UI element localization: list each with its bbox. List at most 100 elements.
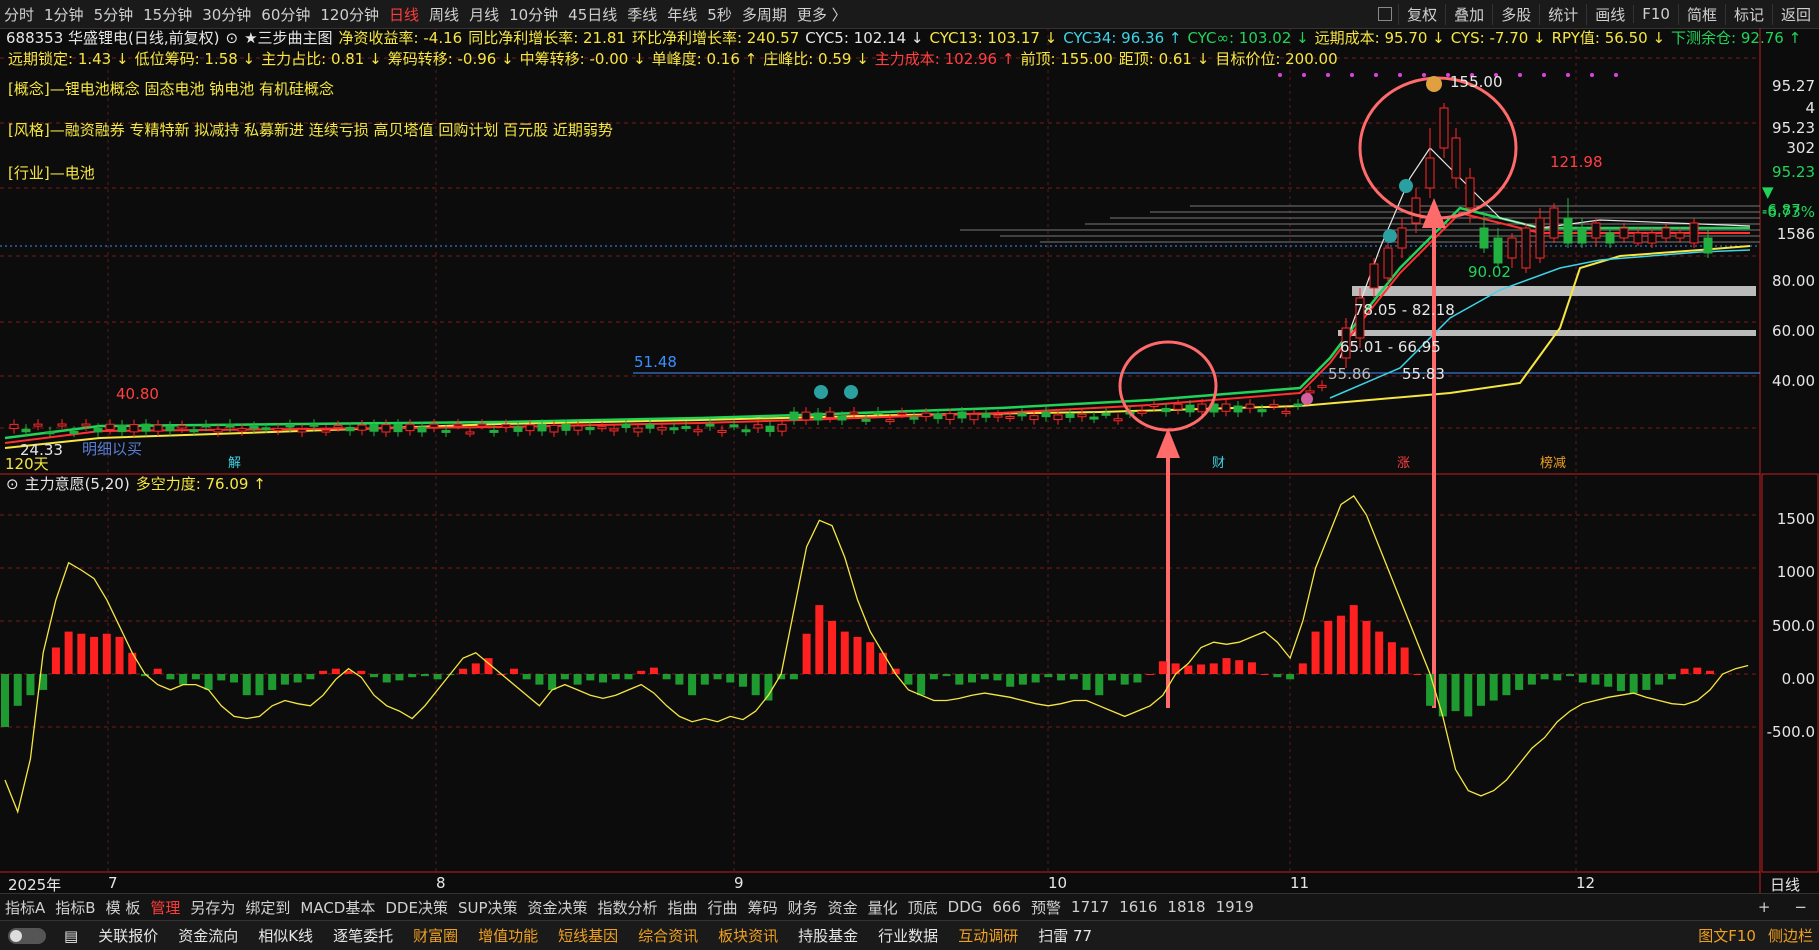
indicator-tab-14[interactable]: 财务 bbox=[783, 897, 823, 918]
candle-body-112 bbox=[1369, 263, 1379, 289]
indicator-tab-9[interactable]: 资金决策 bbox=[523, 897, 593, 918]
bottom-bar-item-3[interactable]: 逐笔委托 bbox=[323, 925, 403, 946]
candle-body-41 bbox=[501, 423, 511, 428]
period-tab-9[interactable]: 月线 bbox=[469, 4, 509, 25]
bottom-right-button-0[interactable]: 图文F10 bbox=[1692, 925, 1762, 946]
bottom-bar-item-10[interactable]: 行业数据 bbox=[868, 925, 948, 946]
bottom-bar-item-11[interactable]: 互动调研 bbox=[948, 925, 1028, 946]
template-name[interactable]: ★三步曲主图 bbox=[244, 29, 332, 47]
bottom-bar-item-2[interactable]: 相似K线 bbox=[248, 925, 323, 946]
indicator-tab-1[interactable]: 指标B bbox=[50, 897, 100, 918]
indicator-tab-10[interactable]: 指数分析 bbox=[593, 897, 663, 918]
top-button-8[interactable]: 返回 bbox=[1771, 3, 1819, 25]
indicator-tab-3[interactable]: 管理 bbox=[145, 897, 185, 918]
period-tab-13[interactable]: 年线 bbox=[667, 4, 707, 25]
candle-body-119 bbox=[1465, 177, 1475, 209]
indicator-tab-2[interactable]: 模 板 bbox=[101, 897, 146, 918]
price-axis-label-6: -6.73% bbox=[1761, 203, 1815, 221]
indicator-tab-18[interactable]: DDG bbox=[943, 898, 988, 916]
settings-icon[interactable]: ⊙ bbox=[226, 29, 239, 47]
period-tab-0[interactable]: 分时 bbox=[4, 4, 44, 25]
period-tab-5[interactable]: 60分钟 bbox=[261, 4, 320, 25]
indicator-tab-15[interactable]: 资金 bbox=[823, 897, 863, 918]
zoom-in-button[interactable]: + bbox=[1746, 898, 1783, 916]
sub-bar-119 bbox=[1515, 674, 1524, 690]
signal-dot bbox=[1590, 73, 1594, 77]
sub-settings-icon[interactable]: ⊙ bbox=[6, 475, 19, 493]
bottom-bar-item-6[interactable]: 短线基因 bbox=[548, 925, 628, 946]
toggle-switch[interactable] bbox=[8, 927, 46, 944]
period-tab-1[interactable]: 1分钟 bbox=[44, 4, 94, 25]
indicator-tab-21[interactable]: 1717 bbox=[1066, 898, 1114, 916]
period-tab-2[interactable]: 5分钟 bbox=[94, 4, 144, 25]
row1-indicator-9: RPY值: 56.50 ↓ bbox=[1551, 29, 1666, 47]
candle-body-94 bbox=[1137, 410, 1147, 414]
indicator-tab-24[interactable]: 1919 bbox=[1211, 898, 1259, 916]
top-button-1[interactable]: 叠加 bbox=[1445, 3, 1492, 25]
sub-bar-1 bbox=[13, 674, 22, 706]
sub-bar-28 bbox=[357, 670, 366, 674]
top-button-2[interactable]: 多股 bbox=[1492, 3, 1539, 25]
sub-bar-91 bbox=[1158, 661, 1167, 674]
bottom-bar-item-7[interactable]: 综合资讯 bbox=[628, 925, 708, 946]
period-tab-16[interactable]: 更多 〉 bbox=[797, 4, 857, 25]
indicator-tab-17[interactable]: 顶底 bbox=[903, 897, 943, 918]
indicator-tab-23[interactable]: 1818 bbox=[1162, 898, 1210, 916]
bottom-bar-item-1[interactable]: 资金流向 bbox=[168, 925, 248, 946]
sub-bar-34 bbox=[433, 674, 442, 680]
bottom-right-button-1[interactable]: 侧边栏 bbox=[1762, 925, 1819, 946]
period-tab-8[interactable]: 周线 bbox=[429, 4, 469, 25]
indicator-tab-6[interactable]: MACD基本 bbox=[295, 897, 380, 918]
level-51-label: 51.48 bbox=[634, 353, 677, 371]
period-tab-10[interactable]: 10分钟 bbox=[509, 4, 568, 25]
sub-chart-title[interactable]: 主力意愿(5,20) bbox=[25, 475, 130, 493]
top-button-6[interactable]: 简框 bbox=[1677, 3, 1725, 25]
bottom-bar-item-4[interactable]: 财富圈 bbox=[403, 925, 468, 946]
period-tab-12[interactable]: 季线 bbox=[627, 4, 667, 25]
indicator-tab-7[interactable]: DDE决策 bbox=[380, 897, 453, 918]
indicator-tab-12[interactable]: 行曲 bbox=[703, 897, 743, 918]
indicator-tab-11[interactable]: 指曲 bbox=[663, 897, 703, 918]
indicator-tab-8[interactable]: SUP决策 bbox=[453, 897, 523, 918]
indicator-tab-16[interactable]: 量化 bbox=[863, 897, 903, 918]
bottom-bar-item-0[interactable]: 关联报价 bbox=[88, 925, 168, 946]
arrow-right-head bbox=[1422, 198, 1446, 228]
stock-title[interactable]: 688353 华盛锂电(日线,前复权) bbox=[6, 29, 220, 47]
top-button-5[interactable]: F10 bbox=[1633, 5, 1678, 23]
row1-indicator-3: CYC5: 102.14 ↓ bbox=[805, 29, 924, 47]
bottom-bar-item-9[interactable]: 持股基金 bbox=[788, 925, 868, 946]
period-tab-11[interactable]: 45日线 bbox=[568, 4, 627, 25]
top-button-7[interactable]: 标记 bbox=[1724, 3, 1772, 25]
period-tab-14[interactable]: 5秒 bbox=[707, 4, 742, 25]
period-tab-4[interactable]: 30分钟 bbox=[202, 4, 261, 25]
period-tab-7[interactable]: 日线 bbox=[389, 4, 429, 25]
top-button-4[interactable]: 画线 bbox=[1586, 3, 1633, 25]
sub-bar-26 bbox=[331, 668, 340, 674]
bottom-bar-item-8[interactable]: 板块资讯 bbox=[708, 925, 788, 946]
window-restore-icon[interactable] bbox=[1378, 7, 1393, 21]
period-tab-15[interactable]: 多周期 bbox=[742, 4, 797, 25]
top-button-3[interactable]: 统计 bbox=[1539, 3, 1586, 25]
list-icon[interactable]: ▤ bbox=[54, 927, 88, 945]
date-axis-label-1: 7 bbox=[108, 874, 118, 892]
mark-bangjian[interactable]: 榜减 bbox=[1540, 454, 1566, 474]
indicator-tab-5[interactable]: 绑定到 bbox=[240, 897, 295, 918]
bottom-bar-item-12[interactable]: 扫雷 77 bbox=[1028, 925, 1102, 946]
indicator-tab-13[interactable]: 筹码 bbox=[743, 897, 783, 918]
candle-body-67 bbox=[813, 412, 823, 421]
indicator-tab-19[interactable]: 666 bbox=[987, 898, 1026, 916]
period-tab-6[interactable]: 120分钟 bbox=[320, 4, 389, 25]
zoom-out-button[interactable]: − bbox=[1782, 898, 1819, 916]
indicator-tab-22[interactable]: 1616 bbox=[1114, 898, 1162, 916]
mark-jie[interactable]: 解 bbox=[228, 454, 241, 474]
candle-body-125 bbox=[1549, 207, 1559, 239]
top-button-0[interactable]: 复权 bbox=[1398, 3, 1445, 25]
indicator-tab-20[interactable]: 预警 bbox=[1026, 897, 1066, 918]
mark-zhang[interactable]: 涨 bbox=[1397, 454, 1410, 474]
candle-body-56 bbox=[681, 425, 691, 429]
indicator-tab-0[interactable]: 指标A bbox=[0, 897, 50, 918]
mark-cai[interactable]: 财 bbox=[1212, 454, 1225, 474]
indicator-tab-4[interactable]: 另存为 bbox=[185, 897, 240, 918]
period-tab-3[interactable]: 15分钟 bbox=[143, 4, 202, 25]
bottom-bar-item-5[interactable]: 增值功能 bbox=[468, 925, 548, 946]
